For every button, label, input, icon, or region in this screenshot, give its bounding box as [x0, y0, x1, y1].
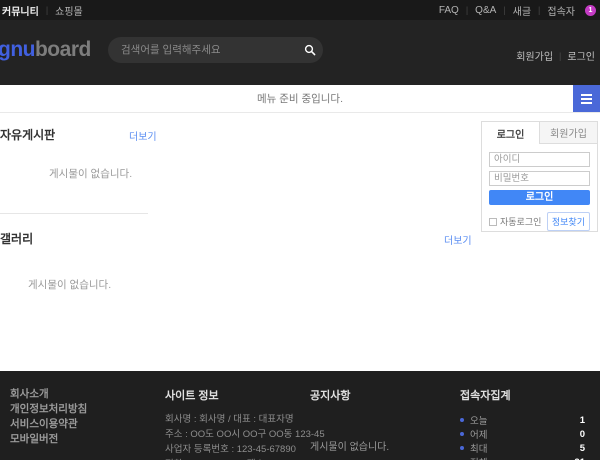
footer-link-privacy[interactable]: 개인정보처리방침 — [10, 402, 87, 417]
login-widget-tabs: 로그인 회원가입 — [482, 122, 597, 144]
footer-notice: 공지사항 게시물이 없습니다. — [310, 387, 440, 453]
site-info-line: 회사명 : 회사명 / 대표 : 대표자명 — [165, 412, 315, 427]
footer-link-terms[interactable]: 서비스이용약관 — [10, 417, 87, 432]
stat-value: 0 — [580, 429, 585, 440]
gallery-section-title: 갤러리 — [0, 230, 33, 247]
login-submit-button[interactable]: 로그인 — [489, 190, 590, 205]
stat-label: 어제 — [470, 427, 580, 441]
section-divider — [0, 213, 148, 214]
login-password-field[interactable] — [489, 171, 590, 186]
signup-link[interactable]: 회원가입 — [516, 48, 553, 63]
stat-label: 최대 — [470, 441, 580, 455]
auto-login-toggle[interactable]: 자동로그인 — [489, 215, 541, 228]
site-info-line: 주소 : OO도 OO시 OO구 OO동 123-45 — [165, 427, 315, 442]
faq-link[interactable]: FAQ — [439, 5, 459, 16]
search-input[interactable] — [108, 44, 297, 56]
stat-value: 21 — [574, 457, 585, 460]
stat-row-yesterday: 어제 0 — [460, 427, 585, 441]
stat-label: 전체 — [470, 455, 574, 460]
topbar-left-links: 커뮤니티 | 쇼핑몰 — [2, 3, 83, 18]
notice-empty-message: 게시물이 없습니다. — [310, 438, 440, 453]
login-footer-row: 자동로그인 정보찾기 — [489, 212, 590, 231]
bullet-icon — [460, 446, 464, 450]
gallery-more-link[interactable]: 더보기 — [444, 232, 472, 247]
login-link[interactable]: 로그인 — [567, 48, 595, 63]
login-id-field[interactable] — [489, 152, 590, 167]
hamburger-menu-button[interactable] — [573, 85, 600, 112]
site-info-line: 사업자 등록번호 : 123-45-67890 — [165, 442, 315, 457]
stat-row-max: 최대 5 — [460, 441, 585, 455]
footer-link-company[interactable]: 회사소개 — [10, 387, 87, 402]
find-info-button[interactable]: 정보찾기 — [547, 212, 590, 231]
main-menu-bar: 메뉴 준비 중입니다. — [0, 85, 600, 113]
gnuboard-homepage: 커뮤니티 | 쇼핑몰 FAQ | Q&A | 새글 | 접속자 1 gnuboa… — [0, 0, 600, 460]
stat-label: 오늘 — [470, 413, 580, 427]
hamburger-icon — [581, 94, 592, 104]
auto-login-checkbox[interactable] — [489, 218, 497, 226]
stat-value: 1 — [580, 415, 585, 426]
footer-link-mobile[interactable]: 모바일버전 — [10, 432, 87, 447]
bullet-icon — [460, 418, 464, 422]
footer-visitor-stats: 접속자집계 오늘 1 어제 0 최대 5 — [460, 387, 585, 460]
top-utility-bar: 커뮤니티 | 쇼핑몰 FAQ | Q&A | 새글 | 접속자 1 — [0, 0, 600, 20]
logo-text-board: board — [35, 38, 91, 61]
divider: | — [46, 5, 48, 15]
site-logo[interactable]: gnuboard — [0, 38, 91, 62]
search-icon — [304, 44, 316, 56]
notice-title: 공지사항 — [310, 387, 440, 403]
tab-login[interactable]: 로그인 — [482, 122, 540, 144]
board-more-link[interactable]: 더보기 — [129, 128, 157, 143]
board-empty-message: 게시물이 없습니다. — [49, 166, 132, 181]
topbar-right-links: FAQ | Q&A | 새글 | 접속자 1 — [439, 3, 596, 18]
login-widget: 로그인 회원가입 로그인 자동로그인 정보찾기 — [481, 121, 598, 232]
visitor-count-badge: 1 — [585, 5, 596, 16]
divider: | — [503, 5, 505, 15]
auto-login-label: 자동로그인 — [500, 215, 541, 228]
site-info-title: 사이트 정보 — [165, 387, 315, 403]
site-info-lines: 회사명 : 회사명 / 대표 : 대표자명 주소 : OO도 OO시 OO구 O… — [165, 412, 315, 460]
community-link[interactable]: 커뮤니티 — [2, 3, 39, 18]
menu-placeholder-text: 메뉴 준비 중입니다. — [257, 91, 343, 106]
divider: | — [559, 51, 561, 61]
login-form: 로그인 자동로그인 정보찾기 — [482, 144, 597, 231]
stat-row-total: 전체 21 — [460, 455, 585, 460]
search-bar — [108, 37, 323, 63]
shop-link[interactable]: 쇼핑몰 — [55, 3, 83, 18]
new-posts-link[interactable]: 새글 — [513, 3, 531, 18]
footer-policy-links: 회사소개 개인정보처리방침 서비스이용약관 모바일버전 — [10, 387, 87, 447]
tab-signup[interactable]: 회원가입 — [540, 122, 597, 144]
visitor-stats-rows: 오늘 1 어제 0 최대 5 전체 21 — [460, 413, 585, 460]
search-button[interactable] — [297, 37, 323, 63]
gallery-empty-message: 게시물이 없습니다. — [28, 277, 111, 292]
visitor-stats-title: 접속자집계 — [460, 387, 585, 403]
stat-row-today: 오늘 1 — [460, 413, 585, 427]
divider: | — [466, 5, 468, 15]
site-header: gnuboard 회원가입 | 로그인 — [0, 20, 600, 85]
bullet-icon — [460, 432, 464, 436]
footer-site-info: 사이트 정보 회사명 : 회사명 / 대표 : 대표자명 주소 : OO도 OO… — [165, 387, 315, 460]
logo-text-gnu: gnu — [0, 38, 35, 61]
board-section-title: 자유게시판 — [0, 126, 55, 143]
main-content: 자유게시판 더보기 게시물이 없습니다. 갤러리 더보기 게시물이 없습니다. … — [0, 113, 600, 371]
visitors-link[interactable]: 접속자 — [547, 3, 575, 18]
site-footer: 회사소개 개인정보처리방침 서비스이용약관 모바일버전 사이트 정보 회사명 :… — [0, 371, 600, 460]
divider: | — [538, 5, 540, 15]
qna-link[interactable]: Q&A — [475, 5, 496, 16]
stat-value: 5 — [580, 443, 585, 454]
member-links: 회원가입 | 로그인 — [516, 48, 595, 63]
